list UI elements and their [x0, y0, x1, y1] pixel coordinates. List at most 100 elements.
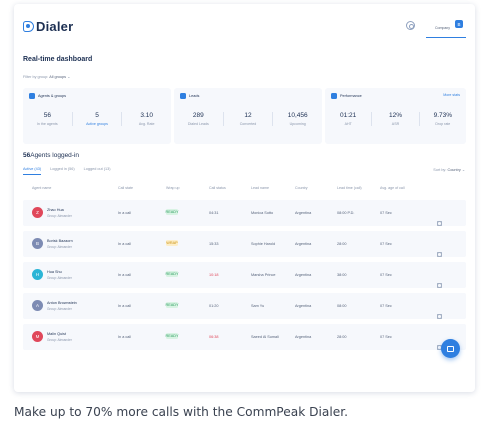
agent-name[interactable]: Malin Quist: [47, 332, 66, 336]
cell-state: In a call: [118, 211, 132, 215]
stat-value: 12%: [388, 112, 402, 119]
wrap-status-badge: READY: [165, 209, 179, 215]
stat-label-link[interactable]: Active groups: [73, 122, 122, 126]
settings-icon[interactable]: [406, 21, 415, 30]
table-row[interactable]: M Malin Quist Group: Alexander READY In a ca…: [23, 324, 466, 350]
company-badge: B: [455, 20, 463, 28]
cell-avg: 07 Sec: [380, 304, 392, 308]
performance-icon: [331, 93, 337, 99]
cell-country: Argentina: [295, 211, 312, 215]
stat: 3.10 Avg. Rate: [121, 112, 171, 126]
stat-label: Avg. Rate: [138, 122, 155, 126]
table-row[interactable]: A Anton Brownstein Group: Alexander READY In…: [23, 293, 466, 319]
cell-avg: 07 Sec: [380, 335, 392, 339]
avatar: Z: [32, 207, 43, 218]
cell-status: 04:31: [209, 211, 219, 215]
stat: 5 Active groups: [71, 112, 122, 126]
cell-state: In a call: [118, 242, 132, 246]
column-header[interactable]: Country: [295, 186, 308, 190]
sort-selector[interactable]: Sort by: Country ⌄: [433, 167, 465, 172]
cell-lead: Marsha Prince: [251, 273, 276, 277]
leads-card: Leads 289 Dialed Leads 12 Converted 10,456…: [174, 88, 322, 144]
column-header[interactable]: Call status: [209, 186, 226, 190]
stat-label: Drop rate: [435, 122, 451, 126]
sort-value: Country: [447, 168, 461, 172]
agent-name[interactable]: Borisk Bazaorn: [47, 239, 73, 243]
agent-tabs: Active (43) Logged in (56) Logged out (1…: [23, 167, 119, 175]
stat: 10,456 Upcoming: [272, 112, 322, 126]
card-stats: 01:21 AHT 12% ASR 9.73% Drop rate: [325, 112, 466, 126]
flag-icon[interactable]: [437, 283, 442, 288]
stat-value: 56: [43, 112, 51, 119]
agent-name[interactable]: Zhao Hua: [47, 208, 64, 212]
column-header[interactable]: Call state: [118, 186, 133, 190]
agent-group: Group: Alexander: [47, 245, 72, 249]
agent-group: Group: Alexander: [47, 338, 72, 342]
column-header[interactable]: Avg. age of call: [380, 186, 405, 190]
avatar: H: [32, 269, 43, 280]
chat-button[interactable]: [441, 339, 460, 358]
cell-country: Argentina: [295, 335, 312, 339]
card-stats: 289 Dialed Leads 12 Converted 10,456 Upcomi…: [174, 112, 322, 126]
stat-value: 01:21: [340, 112, 357, 119]
cell-state: In a call: [118, 304, 132, 308]
wrap-status-badge: READY: [165, 271, 179, 277]
agent-name[interactable]: Hua Shu: [47, 270, 62, 274]
top-bar: Dialer Company B: [14, 4, 475, 38]
cell-state: In a call: [118, 335, 132, 339]
cell-state: In a call: [118, 273, 132, 277]
flag-icon[interactable]: [437, 221, 442, 226]
flag-icon[interactable]: [437, 314, 442, 319]
dialer-logo-icon: [23, 20, 34, 32]
performance-card: Performance More stats 01:21 AHT 12% ASR 9…: [325, 88, 466, 144]
dialer-logo[interactable]: Dialer: [23, 18, 74, 34]
app-name: Dialer: [36, 18, 74, 34]
stat: 12% ASR: [371, 112, 418, 126]
column-header[interactable]: Wrap up: [166, 186, 180, 190]
card-title: Performance: [340, 94, 362, 98]
cell-status: 10:18: [209, 273, 219, 277]
wrap-status-badge: READY: [165, 302, 179, 308]
agent-group: Group: Alexander: [47, 214, 72, 218]
agent-group: Group: Alexander: [47, 276, 72, 280]
stat-value: 5: [95, 112, 99, 119]
chat-icon: [447, 345, 454, 352]
stat-label: In the agents: [36, 122, 58, 126]
flag-icon[interactable]: [437, 252, 442, 257]
stat: 01:21 AHT: [325, 112, 371, 126]
card-title: Agents & groups: [38, 94, 67, 98]
company-selector[interactable]: Company B: [426, 18, 466, 38]
cell-lead-time: 28:00: [337, 335, 347, 339]
stat-value: 10,456: [287, 112, 308, 119]
chevron-down-icon: ⌄: [461, 168, 465, 172]
agent-name[interactable]: Anton Brownstein: [47, 301, 77, 305]
table-row[interactable]: B Borisk Bazaorn Group: Alexander WRAP In a …: [23, 231, 466, 257]
agent-group: Group: Alexander: [47, 307, 72, 311]
caption: Make up to 70% more calls with the CommP…: [14, 405, 349, 419]
company-label: Company: [435, 25, 450, 30]
stat-label: Dialed Leads: [187, 122, 209, 126]
table-row[interactable]: Z Zhao Hua Group: Alexander READY In a call 0…: [23, 200, 466, 226]
tab-logged-in[interactable]: Logged in (56): [50, 167, 75, 175]
cell-status: 15:33: [209, 242, 219, 246]
tab-logged-out[interactable]: Logged out (13): [84, 167, 111, 175]
card-stats: 56 In the agents 5 Active groups 3.10 Avg. …: [23, 112, 171, 126]
column-header[interactable]: Lead time (call): [337, 186, 362, 190]
dialer-window: Dialer Company B Real-time dashboard Fil…: [14, 4, 475, 392]
more-stats-link[interactable]: More stats: [443, 93, 460, 97]
cell-status: 06:38: [209, 335, 219, 339]
agents-section-title: 56Agents logged-in: [23, 152, 79, 159]
column-header[interactable]: Agent name: [32, 186, 51, 190]
table-row[interactable]: H Hua Shu Group: Alexander READY In a call 10…: [23, 262, 466, 288]
stat: 9.73% Drop rate: [418, 112, 466, 126]
wrap-status-badge: READY: [165, 333, 179, 339]
group-filter[interactable]: Filter by group: All groups ⌄: [23, 74, 70, 79]
cell-lead: Sam Yu: [251, 304, 265, 308]
cell-lead-time: 38:00: [337, 273, 347, 277]
chevron-down-icon: ⌄: [67, 75, 71, 79]
stat-label: AHT: [344, 122, 352, 126]
column-header[interactable]: Lead name: [251, 186, 269, 190]
tab-active[interactable]: Active (43): [23, 167, 42, 175]
stat: 56 In the agents: [23, 112, 72, 126]
stat: 289 Dialed Leads: [174, 112, 223, 126]
